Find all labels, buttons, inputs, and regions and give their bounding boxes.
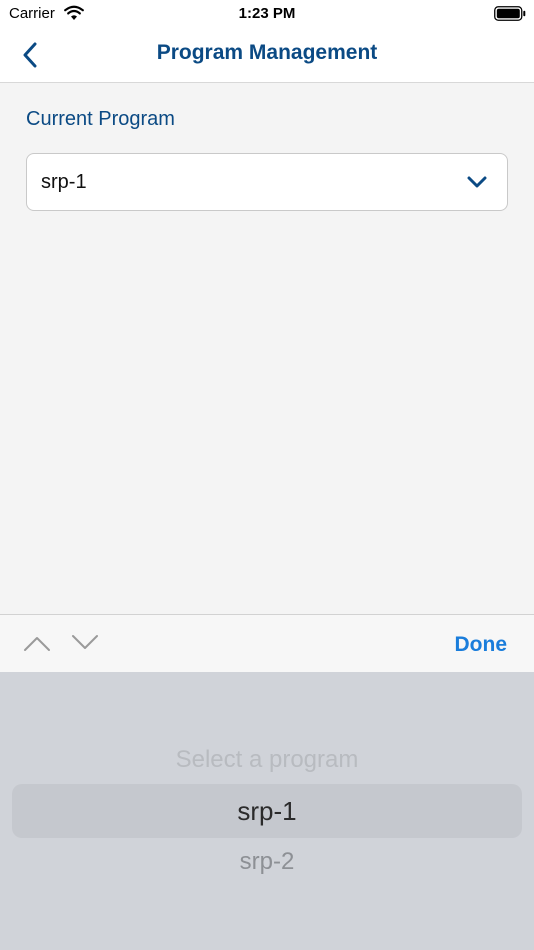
picker-option[interactable]: Select a program <box>0 746 534 774</box>
done-button[interactable]: Done <box>455 633 508 657</box>
program-select[interactable]: srp-1 <box>26 153 508 211</box>
status-bar: Carrier 1:23 PM <box>0 0 534 28</box>
battery-icon <box>494 6 526 21</box>
chevron-up-icon[interactable] <box>22 631 52 655</box>
chevron-down-icon[interactable] <box>70 631 100 655</box>
current-program-label: Current Program <box>26 108 175 130</box>
program-picker[interactable]: Select a program srp-1 srp-2 <box>0 672 534 950</box>
picker-toolbar: Done <box>0 614 534 672</box>
status-time: 1:23 PM <box>238 5 296 22</box>
picker-option[interactable]: srp-2 <box>0 848 534 876</box>
page-title: Program Management <box>156 41 378 64</box>
chevron-down-icon <box>467 176 487 188</box>
program-form: Current Program srp-1 <box>0 84 534 614</box>
program-select-value: srp-1 <box>41 171 87 193</box>
picker-option-selected[interactable]: srp-1 <box>0 796 534 827</box>
navigation-bar: Program Management <box>0 28 534 83</box>
app-screen: Carrier 1:23 PM Program Management Curre… <box>0 0 534 950</box>
